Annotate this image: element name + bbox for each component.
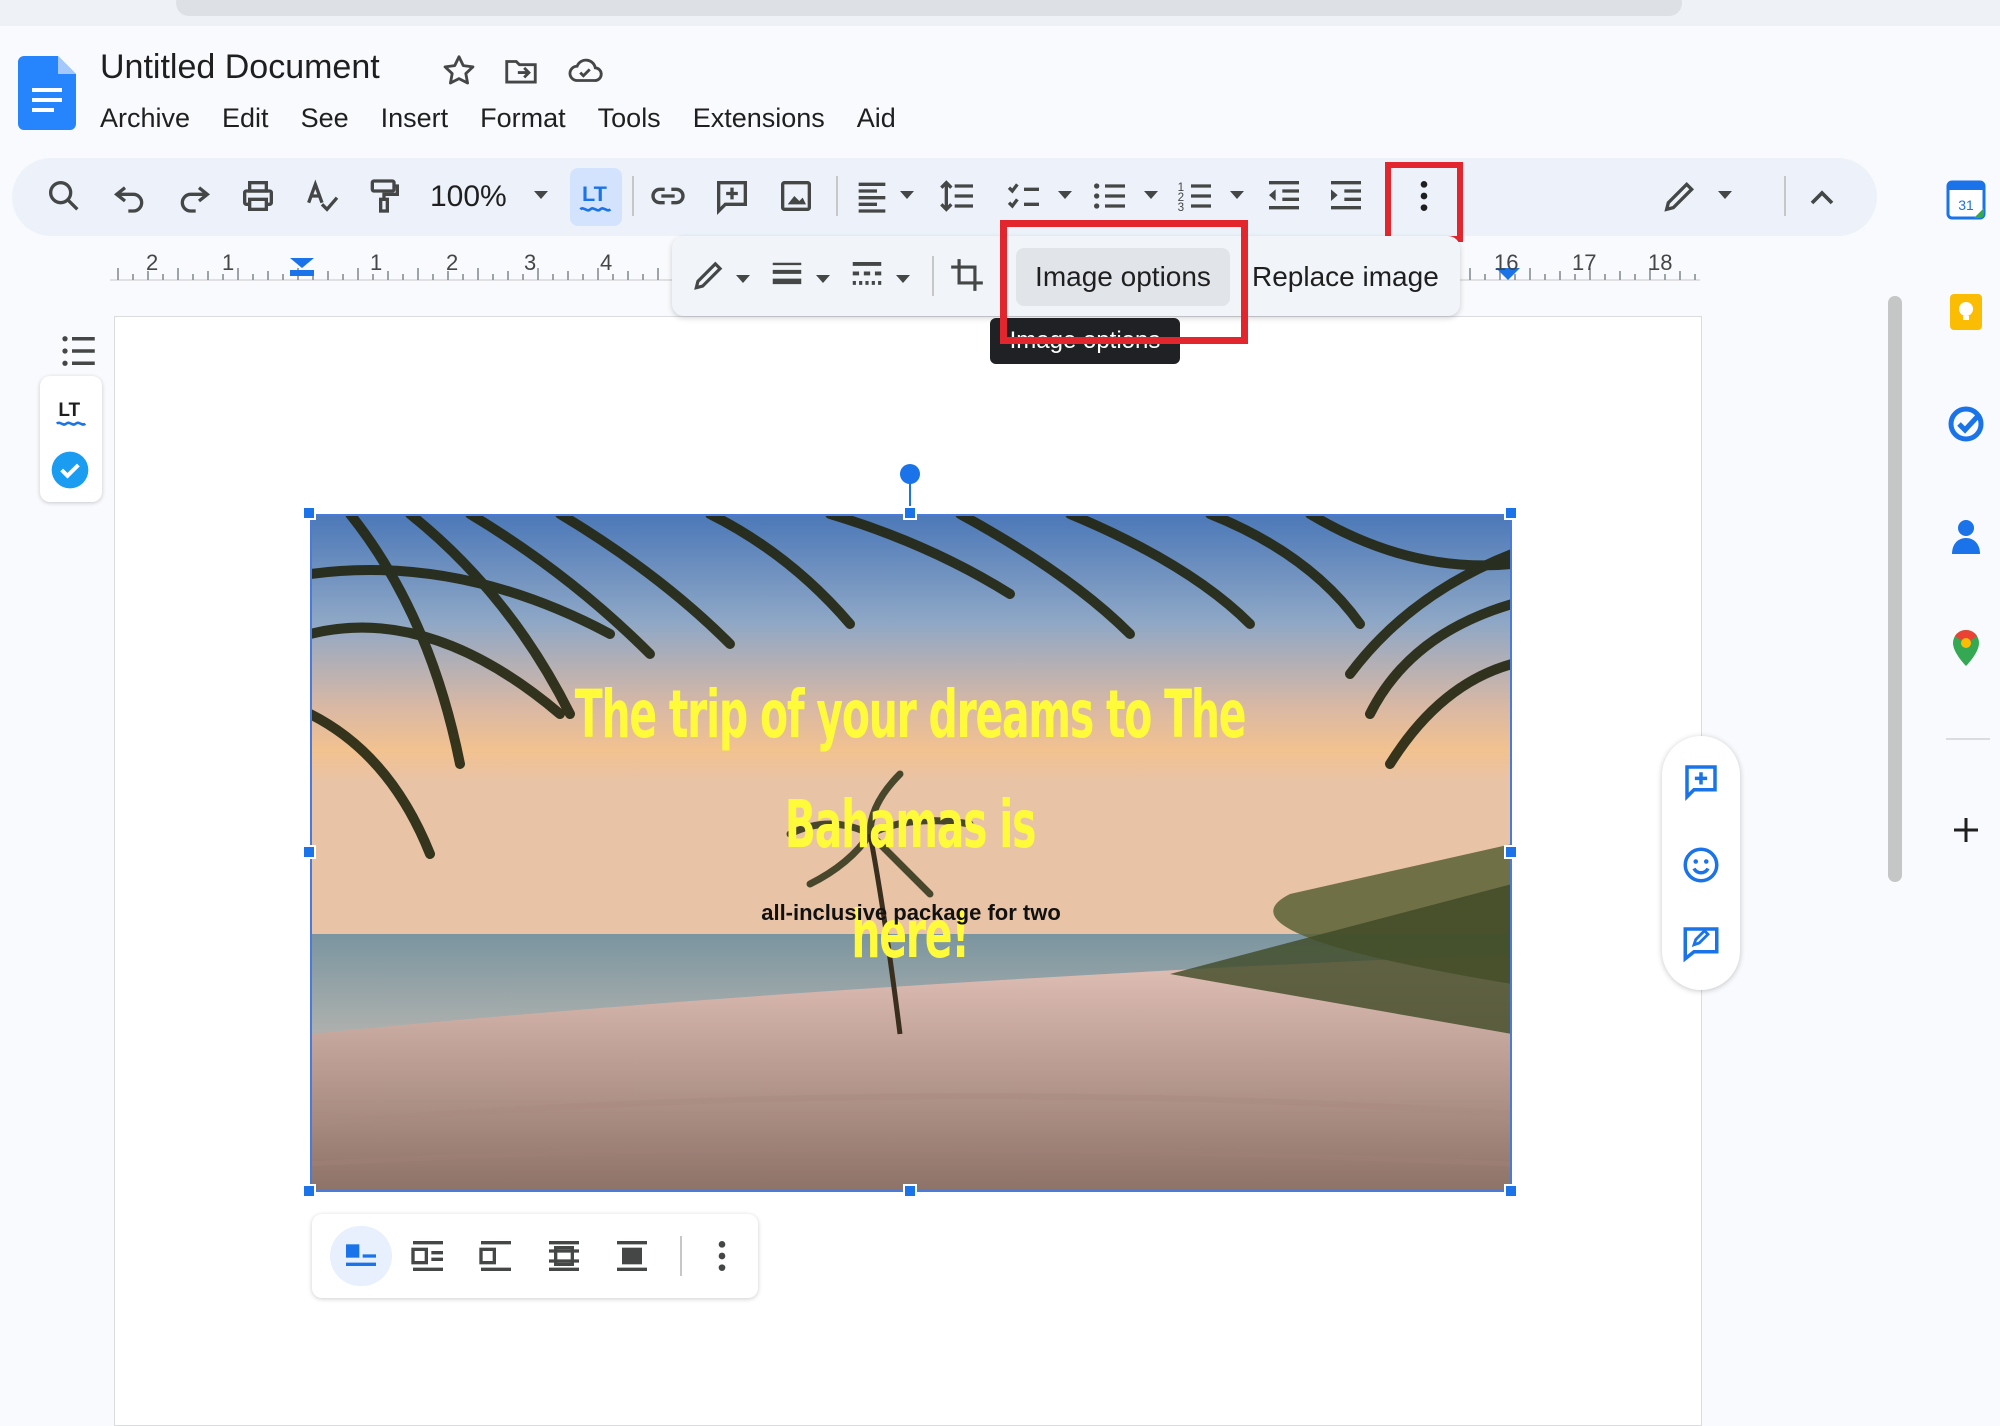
bulleted-list-icon[interactable] xyxy=(1090,176,1130,216)
resize-handle-top-right[interactable] xyxy=(1504,506,1518,520)
ruler-label: 17 xyxy=(1572,250,1597,275)
border-color-dropdown-icon[interactable] xyxy=(734,272,752,286)
bulleted-list-dropdown-icon[interactable] xyxy=(1142,188,1160,202)
border-weight-dropdown-icon[interactable] xyxy=(814,272,832,286)
rail-divider xyxy=(1946,738,1990,740)
decrease-indent-icon[interactable] xyxy=(1264,176,1304,216)
menu-see[interactable]: See xyxy=(301,100,365,136)
menu-insert[interactable]: Insert xyxy=(381,100,465,136)
menu-edit[interactable]: Edit xyxy=(222,100,285,136)
languagetool-logo-icon[interactable]: LT xyxy=(52,392,90,430)
numbered-list-icon[interactable]: 123 xyxy=(1176,176,1216,216)
svg-text:3: 3 xyxy=(1178,201,1184,214)
resize-handle-bottom-right[interactable] xyxy=(1504,1184,1518,1198)
calendar-day: 31 xyxy=(1958,197,1974,213)
ruler-label: 2 xyxy=(446,250,459,275)
border-color-pencil-icon[interactable] xyxy=(690,256,728,294)
in-front-of-text-icon[interactable] xyxy=(612,1236,652,1276)
align-dropdown-icon[interactable] xyxy=(898,188,916,202)
svg-text:LT: LT xyxy=(58,400,80,421)
insert-link-icon[interactable] xyxy=(648,176,688,216)
document-outline-icon[interactable] xyxy=(58,330,100,372)
checklist-icon[interactable] xyxy=(1004,176,1044,216)
vertical-scrollbar[interactable] xyxy=(1888,296,1902,882)
ruler-label: 16 xyxy=(1494,250,1519,275)
ruler-label: 4 xyxy=(600,250,613,275)
cloud-saved-icon[interactable] xyxy=(566,52,604,90)
align-left-icon[interactable] xyxy=(852,176,892,216)
menu-tools[interactable]: Tools xyxy=(598,100,677,136)
behind-text-icon[interactable] xyxy=(544,1236,584,1276)
print-icon[interactable] xyxy=(238,176,278,216)
toolbar-divider xyxy=(680,1236,682,1276)
insert-image-icon[interactable] xyxy=(776,176,816,216)
resize-handle-top-left[interactable] xyxy=(302,506,316,520)
menu-archive[interactable]: Archive xyxy=(100,100,206,136)
checklist-dropdown-icon[interactable] xyxy=(1056,188,1074,202)
svg-text:LT: LT xyxy=(582,181,607,206)
wrap-text-icon[interactable] xyxy=(408,1236,448,1276)
search-menus-icon[interactable] xyxy=(44,176,84,216)
resize-handle-right[interactable] xyxy=(1504,845,1518,859)
ruler-label: 3 xyxy=(524,250,537,275)
ruler-label: 2 xyxy=(146,250,159,275)
border-dash-icon[interactable] xyxy=(848,256,886,294)
languagetool-icon: LT xyxy=(577,176,617,216)
increase-indent-icon[interactable] xyxy=(1326,176,1366,216)
move-folder-icon[interactable] xyxy=(502,52,540,90)
editing-mode-pencil-icon[interactable] xyxy=(1660,176,1700,216)
wrap-inline-icon[interactable] xyxy=(341,1236,381,1276)
break-text-icon[interactable] xyxy=(476,1236,516,1276)
resize-handle-top[interactable] xyxy=(903,506,917,520)
keep-icon[interactable] xyxy=(1944,290,1988,334)
toolbar-divider xyxy=(1784,176,1786,216)
menu-format[interactable]: Format xyxy=(480,100,582,136)
redo-icon[interactable] xyxy=(174,176,214,216)
star-icon[interactable] xyxy=(440,52,478,90)
zoom-dropdown-icon[interactable] xyxy=(532,188,550,202)
spellcheck-icon[interactable] xyxy=(302,176,342,216)
resize-handle-left[interactable] xyxy=(302,845,316,859)
numbered-list-dropdown-icon[interactable] xyxy=(1228,188,1246,202)
ruler-label: 18 xyxy=(1648,250,1673,275)
menu-extensions[interactable]: Extensions xyxy=(693,100,841,136)
wrap-more-options-icon[interactable] xyxy=(702,1236,742,1276)
tasks-icon[interactable] xyxy=(1944,402,1988,446)
contacts-icon[interactable] xyxy=(1944,514,1988,558)
undo-icon[interactable] xyxy=(110,176,150,216)
paint-format-icon[interactable] xyxy=(364,176,404,216)
border-dash-dropdown-icon[interactable] xyxy=(894,272,912,286)
docs-logo-icon[interactable] xyxy=(18,56,76,130)
rotate-handle[interactable] xyxy=(900,464,920,484)
languagetool-check-icon[interactable] xyxy=(50,450,90,490)
replace-image-button[interactable]: Replace image xyxy=(1252,248,1452,306)
ruler-label: 1 xyxy=(222,250,235,275)
ruler-label: 1 xyxy=(370,250,383,275)
editing-mode-dropdown-icon[interactable] xyxy=(1716,188,1734,202)
resize-handle-bottom[interactable] xyxy=(903,1184,917,1198)
line-spacing-icon[interactable] xyxy=(938,176,978,216)
add-addon-plus-icon[interactable] xyxy=(1944,808,1988,852)
add-comment-icon[interactable] xyxy=(1680,760,1722,802)
toolbar-divider xyxy=(836,176,838,216)
maps-icon[interactable] xyxy=(1944,626,1988,670)
toolbar-divider xyxy=(932,256,934,296)
hide-menus-chevron-up-icon[interactable] xyxy=(1802,178,1842,218)
add-comment-icon[interactable] xyxy=(712,176,752,216)
menu-aid[interactable]: Aid xyxy=(857,100,912,136)
zoom-select[interactable]: 100% xyxy=(430,180,507,214)
more-options-highlight xyxy=(1385,162,1463,242)
image-selection-frame xyxy=(310,514,1512,1192)
crop-icon[interactable] xyxy=(948,256,986,294)
calendar-icon[interactable]: 31 xyxy=(1944,178,1988,222)
address-bar[interactable] xyxy=(176,0,1682,16)
document-title[interactable]: Untitled Document xyxy=(100,48,380,87)
suggest-edits-icon[interactable] xyxy=(1680,922,1722,964)
add-emoji-reaction-icon[interactable] xyxy=(1680,844,1722,886)
toolbar-divider xyxy=(632,176,634,216)
border-weight-icon[interactable] xyxy=(768,256,806,294)
image-options-highlight xyxy=(1000,220,1248,344)
menu-bar: Archive Edit See Insert Format Tools Ext… xyxy=(100,100,928,136)
resize-handle-bottom-left[interactable] xyxy=(302,1184,316,1198)
